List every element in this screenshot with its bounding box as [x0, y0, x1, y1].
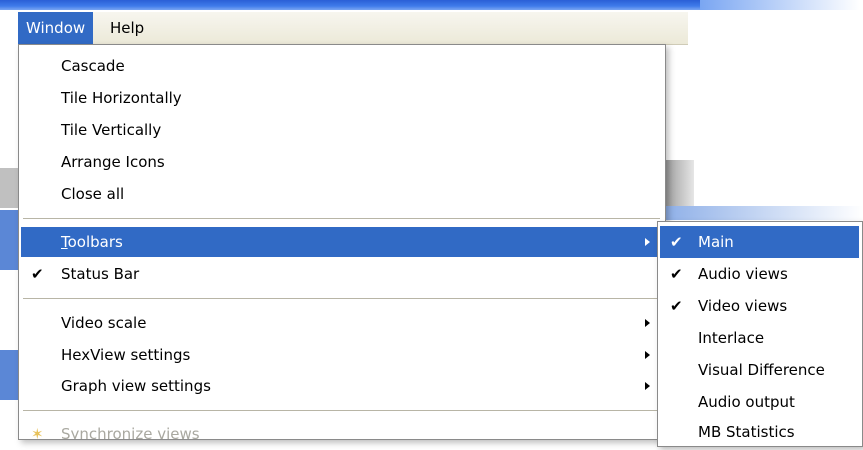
check-icon: ✔	[31, 265, 44, 283]
menu-item-synchronize-views[interactable]: ✶ Synchronize views	[21, 419, 662, 440]
submenu-item-interlace[interactable]: Interlace	[660, 322, 859, 354]
menu-item-label: Arrange Icons	[61, 153, 165, 171]
menu-item-graph-view-settings[interactable]: Graph view settings	[21, 371, 662, 401]
submenu-arrow-icon	[645, 319, 650, 327]
submenu-item-label: Audio views	[698, 265, 788, 283]
submenu-item-label: Audio output	[698, 393, 795, 411]
menu-item-cascade[interactable]: Cascade	[21, 51, 662, 81]
submenu-item-audio-output[interactable]: Audio output	[660, 386, 859, 418]
menu-item-label: HexView settings	[61, 346, 191, 364]
menu-item-label: Toolbars	[61, 233, 123, 251]
toolbars-submenu: ✔ Main ✔ Audio views ✔ Video views Inter…	[657, 221, 863, 447]
submenu-item-main[interactable]: ✔ Main	[660, 226, 859, 258]
submenu-arrow-icon	[645, 351, 650, 359]
submenu-item-mb-statistics[interactable]: MB Statistics	[660, 416, 859, 446]
menu-item-label: Tile Vertically	[61, 121, 162, 139]
submenu-item-audio-views[interactable]: ✔ Audio views	[660, 258, 859, 290]
submenu-item-label: MB Statistics	[698, 423, 795, 441]
check-icon: ✔	[670, 233, 683, 251]
window-menu-dropdown: Cascade Tile Horizontally Tile Verticall…	[18, 44, 666, 440]
background-blue-strip	[664, 206, 863, 220]
menu-bar: Window Help	[18, 12, 688, 45]
menu-item-label: Tile Horizontally	[61, 89, 182, 107]
menu-item-label: Synchronize views	[61, 425, 200, 440]
menu-separator	[23, 298, 660, 299]
menu-item-label: Close all	[61, 185, 125, 203]
window-titlebar	[0, 0, 860, 10]
menu-separator	[23, 410, 660, 411]
submenu-item-visual-difference[interactable]: Visual Difference	[660, 354, 859, 386]
submenu-item-label: Visual Difference	[698, 361, 825, 379]
sync-icon: ✶	[31, 425, 44, 440]
menu-item-tile-vertically[interactable]: Tile Vertically	[21, 115, 662, 145]
background-app-strip	[0, 210, 18, 270]
submenu-item-video-views[interactable]: ✔ Video views	[660, 290, 859, 322]
submenu-item-label: Main	[698, 233, 734, 251]
background-app-strip	[0, 168, 18, 208]
menu-item-label: Status Bar	[61, 265, 140, 283]
check-icon: ✔	[670, 297, 683, 315]
menu-item-label: Cascade	[61, 57, 125, 75]
submenu-arrow-icon	[645, 382, 650, 390]
submenu-item-label: Interlace	[698, 329, 765, 347]
check-icon: ✔	[670, 265, 683, 283]
menu-item-label: Video scale	[61, 314, 147, 332]
menu-window[interactable]: Window	[18, 12, 94, 44]
submenu-item-label: Video views	[698, 297, 788, 315]
menu-item-tile-horizontally[interactable]: Tile Horizontally	[21, 83, 662, 113]
menu-help[interactable]: Help	[102, 12, 152, 44]
menu-separator	[23, 218, 660, 219]
menu-item-close-all[interactable]: Close all	[21, 179, 662, 209]
submenu-arrow-icon	[645, 238, 650, 246]
menu-item-status-bar[interactable]: ✔ Status Bar	[21, 259, 662, 289]
menu-item-hexview-settings[interactable]: HexView settings	[21, 340, 662, 370]
background-app-strip	[0, 350, 18, 400]
menu-item-toolbars[interactable]: Toolbars	[21, 227, 662, 257]
menu-item-video-scale[interactable]: Video scale	[21, 308, 662, 338]
menu-item-label: Graph view settings	[61, 377, 211, 395]
menu-item-arrange-icons[interactable]: Arrange Icons	[21, 147, 662, 177]
